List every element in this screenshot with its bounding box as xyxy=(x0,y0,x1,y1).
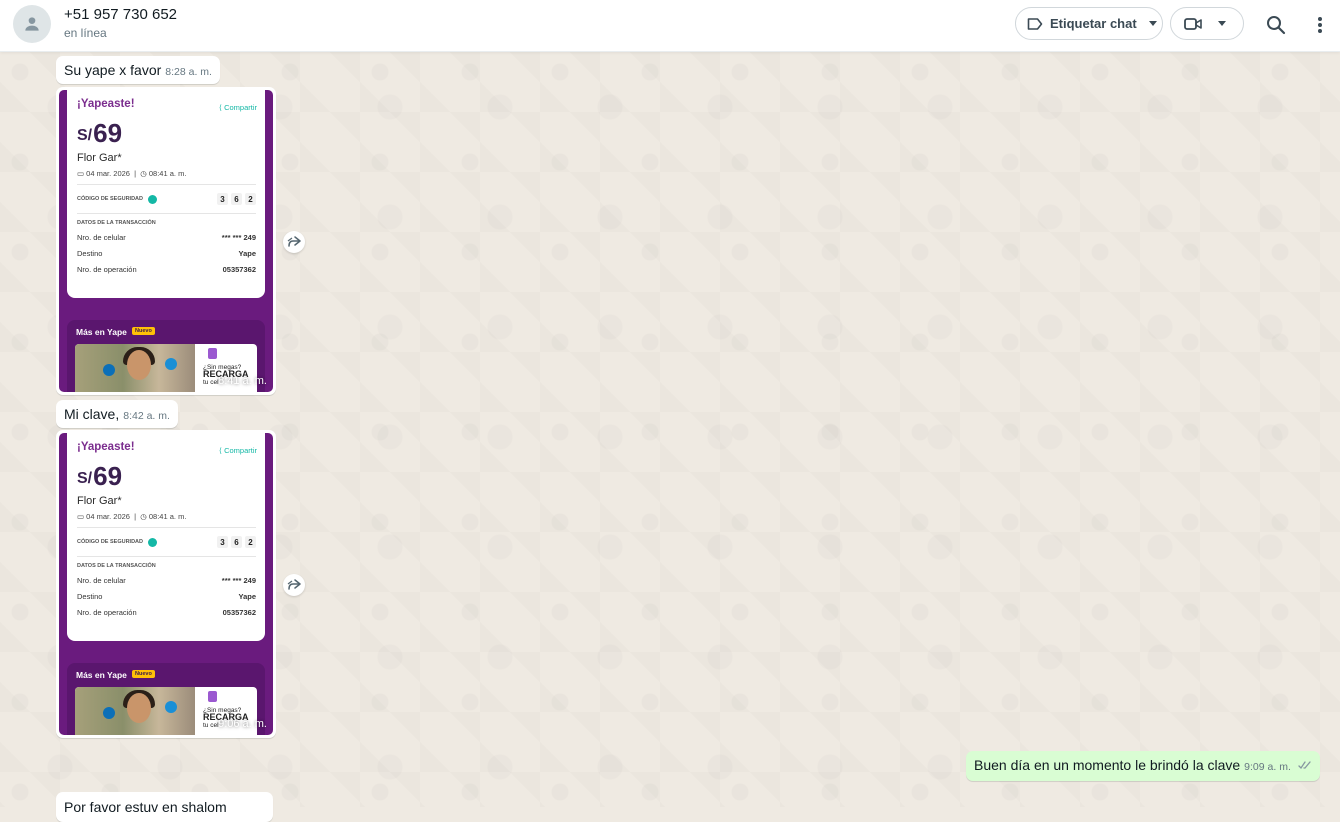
message-time: 9:06 a. m. xyxy=(218,718,267,730)
forward-button[interactable] xyxy=(283,574,305,596)
receipt-row: Nro. de operación 05357362 xyxy=(77,608,256,617)
info-icon xyxy=(148,194,158,204)
label-chat-text: Etiquetar chat xyxy=(1050,16,1137,31)
forward-button[interactable] xyxy=(283,231,305,253)
incoming-message[interactable]: Por favor estuv en shalom xyxy=(56,792,273,822)
label-chat-button[interactable]: Etiquetar chat xyxy=(1015,7,1163,40)
double-check-icon xyxy=(1298,761,1311,770)
message-text: Por favor estuv en shalom xyxy=(64,799,227,815)
incoming-message[interactable]: Su yape x favor 8:28 a. m. xyxy=(56,56,220,84)
receipt-row: Destino Yape xyxy=(77,592,256,601)
chevron-down-icon xyxy=(1218,21,1226,26)
message-time: 8:28 a. m. xyxy=(165,66,212,78)
label-icon xyxy=(1027,17,1043,30)
video-icon xyxy=(1184,17,1202,30)
contact-status: en línea xyxy=(64,26,107,40)
menu-button[interactable] xyxy=(1308,13,1332,37)
receipt-payee: Flor Gar* xyxy=(77,152,122,164)
security-code-row: CÓDIGO DE SEGURIDAD 3 6 2 xyxy=(77,534,256,550)
image-message[interactable]: ¡Yapeaste! ⟨ Compartir S/69 Flor Gar* ▭ … xyxy=(56,87,276,395)
yape-logo-icon xyxy=(208,348,217,359)
receipt-date: ▭ 04 mar. 2026 | ◷ 08:41 a. m. xyxy=(77,512,187,521)
receipt-row: Nro. de celular *** *** 249 xyxy=(77,233,256,242)
yape-logo-icon xyxy=(208,691,217,702)
message-time: 8:42 a. m. xyxy=(123,410,170,422)
new-badge: Nuevo xyxy=(132,327,155,335)
avatar[interactable] xyxy=(13,5,51,43)
share-link: ⟨ Compartir xyxy=(219,446,257,455)
more-vert-icon xyxy=(1318,17,1322,33)
info-icon xyxy=(148,537,158,547)
receipt-payee: Flor Gar* xyxy=(77,495,122,507)
contact-name[interactable]: +51 957 730 652 xyxy=(64,6,177,23)
search-button[interactable] xyxy=(1264,13,1288,37)
receipt-row: Destino Yape xyxy=(77,249,256,258)
receipt-amount: S/69 xyxy=(77,461,123,491)
receipt-amount: S/69 xyxy=(77,118,123,148)
chat-header: +51 957 730 652 en línea Etiquetar chat xyxy=(0,0,1340,52)
receipt-card: ¡Yapeaste! ⟨ Compartir S/69 Flor Gar* ▭ … xyxy=(67,90,265,298)
person-icon xyxy=(25,17,39,31)
outgoing-message[interactable]: Buen día en un momento le brindó la clav… xyxy=(966,751,1320,781)
new-badge: Nuevo xyxy=(132,670,155,678)
incoming-message[interactable]: Mi clave, 8:42 a. m. xyxy=(56,400,178,428)
forward-icon xyxy=(287,579,301,590)
receipt-row: Nro. de operación 05357362 xyxy=(77,265,256,274)
yape-receipt-image[interactable]: ¡Yapeaste! ⟨ Compartir S/69 Flor Gar* ▭ … xyxy=(59,433,273,735)
message-text: Buen día en un momento le brindó la clav… xyxy=(974,757,1241,773)
chevron-down-icon xyxy=(1148,21,1157,26)
forward-icon xyxy=(287,236,301,247)
receipt-row: Nro. de celular *** *** 249 xyxy=(77,576,256,585)
message-text: Mi clave, xyxy=(64,406,120,422)
message-time: 8:41 a. m. xyxy=(218,375,267,387)
section-label: DATOS DE LA TRANSACCIÓN xyxy=(77,563,156,569)
message-text: Su yape x favor xyxy=(64,62,162,78)
share-link: ⟨ Compartir xyxy=(219,103,257,112)
image-message[interactable]: ¡Yapeaste! ⟨ Compartir S/69 Flor Gar* ▭ … xyxy=(56,430,276,738)
receipt-card: ¡Yapeaste! ⟨ Compartir S/69 Flor Gar* ▭ … xyxy=(67,433,265,641)
message-time: 9:09 a. m. xyxy=(1244,761,1291,773)
security-code-row: CÓDIGO DE SEGURIDAD 3 6 2 xyxy=(77,191,256,207)
section-label: DATOS DE LA TRANSACCIÓN xyxy=(77,220,156,226)
receipt-date: ▭ 04 mar. 2026 | ◷ 08:41 a. m. xyxy=(77,169,187,178)
video-call-button[interactable] xyxy=(1170,7,1244,40)
yape-receipt-image[interactable]: ¡Yapeaste! ⟨ Compartir S/69 Flor Gar* ▭ … xyxy=(59,90,273,392)
search-icon xyxy=(1267,16,1286,35)
